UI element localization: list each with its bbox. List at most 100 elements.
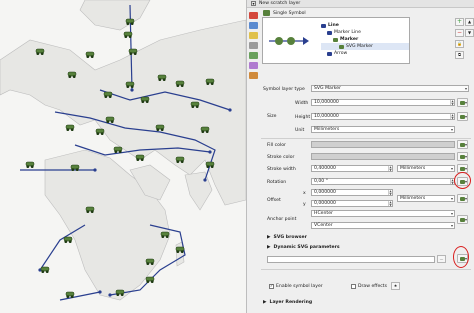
tab-labels-icon[interactable]: [249, 32, 258, 39]
offset-x-spinner[interactable]: ▲ ▼: [388, 190, 392, 195]
height-input[interactable]: 10,000000 ▲ ▼: [311, 113, 455, 120]
stroke-width-unit-combo[interactable]: Millimeters ▾: [397, 165, 455, 172]
tree-item[interactable]: Marker Line: [321, 29, 409, 36]
tree-item-label: Marker: [340, 37, 359, 42]
rotation-input[interactable]: 0,00 ° ▲ ▼: [311, 178, 455, 185]
tree-item[interactable]: SVG Marker: [321, 43, 409, 50]
anchor-h-value: HCenter: [314, 211, 333, 216]
offset-y-input[interactable]: 0,000000 ▲ ▼: [311, 200, 393, 207]
anchor-h-combo[interactable]: HCenter ▾: [311, 210, 455, 217]
divider: [261, 269, 471, 270]
unit-value: Millimeters: [314, 127, 340, 132]
dropdown-indicator-icon[interactable]: ▾: [251, 1, 256, 6]
height-spinner[interactable]: ▲ ▼: [450, 114, 454, 119]
lock-layer-button[interactable]: 🔒: [455, 40, 464, 48]
greenland: [79, 0, 151, 31]
effects-settings-button[interactable]: ★: [391, 282, 400, 290]
tree-item-label: Marker Line: [334, 30, 361, 35]
enable-symbol-layer-checkbox[interactable]: Enable symbol layer: [269, 283, 323, 289]
fill-color-data-defined-button[interactable]: ▾: [457, 140, 468, 149]
stroke-color-button[interactable]: [311, 153, 455, 160]
draw-effects-checkbox[interactable]: Draw effects: [351, 284, 387, 289]
rotation-label: Rotation: [267, 180, 287, 185]
tree-item[interactable]: Arrow: [321, 50, 409, 57]
draw-effects-label: Draw effects: [358, 284, 387, 289]
side-tabs: [248, 10, 259, 82]
rotation-value: 0,00 °: [314, 179, 328, 184]
route-endpoint: [208, 150, 212, 154]
offset-unit-combo[interactable]: Millimeters ▾: [397, 195, 455, 202]
stroke-width-spinner[interactable]: ▲ ▼: [388, 166, 392, 171]
renderer-row[interactable]: Single Symbol: [263, 10, 306, 16]
symbol-layer-icon: [333, 37, 338, 42]
offset-x-input[interactable]: 0,000000 ▲ ▼: [311, 189, 393, 196]
svg-browser-section[interactable]: ▶ SVG browser: [267, 235, 307, 240]
vehicle-marker-icon[interactable]: [63, 236, 73, 243]
offset-y-spinner[interactable]: ▲ ▼: [388, 201, 392, 206]
rotation-highlight-circle: [454, 172, 471, 189]
map-canvas[interactable]: [0, 0, 246, 313]
browse-button[interactable]: …: [437, 255, 446, 263]
anchor-v-combo[interactable]: VCenter ▾: [311, 222, 455, 229]
remove-symbol-layer-button[interactable]: −: [455, 29, 464, 37]
layer-type-combo[interactable]: SVG Marker ▾: [311, 85, 469, 92]
vehicle-marker-icon[interactable]: [65, 291, 75, 298]
anchor-data-defined-button[interactable]: ▾: [457, 215, 468, 224]
route-endpoint: [108, 293, 112, 297]
offset-x-label: x: [303, 191, 306, 196]
vehicle-marker-icon[interactable]: [40, 266, 50, 273]
fill-color-button[interactable]: [311, 141, 455, 148]
tree-item[interactable]: Marker: [321, 36, 409, 43]
stroke-color-label: Stroke color: [267, 155, 295, 160]
symbol-layer-icon: [327, 51, 332, 56]
width-input[interactable]: 10,000000 ▲ ▼: [311, 99, 455, 106]
move-up-button[interactable]: ▲: [465, 18, 474, 26]
height-value: 10,000000: [314, 114, 339, 119]
layer-type-value: SVG Marker: [314, 86, 341, 91]
checkbox-checked-icon: [269, 283, 274, 289]
duplicate-layer-button[interactable]: ⧉: [455, 51, 464, 59]
vehicle-marker-icon[interactable]: [113, 146, 123, 153]
enable-symbol-layer-label: Enable symbol layer: [276, 284, 323, 289]
move-down-button[interactable]: ▼: [465, 29, 474, 37]
stroke-color-data-defined-button[interactable]: ▾: [457, 152, 468, 161]
landmass-layer: [0, 0, 246, 301]
width-value: 10,000000: [314, 100, 339, 105]
tree-item[interactable]: Line: [321, 22, 409, 29]
route-endpoint: [93, 168, 97, 172]
route-endpoint: [98, 290, 102, 294]
size-group-label: Size: [267, 114, 277, 119]
symbol-properties-panel: ▾ New scratch layer Single Symbol Line Ma…: [246, 0, 474, 313]
tab-diagrams-icon[interactable]: [249, 42, 258, 49]
tab-symbology-icon[interactable]: [249, 22, 258, 29]
tree-item-label: SVG Marker: [346, 44, 373, 49]
map-svg: [0, 0, 246, 301]
tab-display-icon[interactable]: [249, 72, 258, 79]
symbol-layer-tree: Line Marker Line Marker SVG Marker Arrow: [321, 22, 409, 57]
dynamic-svg-section[interactable]: ▶ Dynamic SVG parameters: [267, 245, 340, 250]
width-data-defined-button[interactable]: ▾: [457, 98, 468, 107]
dynamic-svg-title: Dynamic SVG parameters: [273, 245, 340, 250]
tab-fields-icon[interactable]: [249, 52, 258, 59]
layer-type-label: Symbol layer type: [263, 87, 305, 92]
vehicle-marker-icon[interactable]: [65, 124, 75, 131]
stroke-width-input[interactable]: 0,400000 ▲ ▼: [311, 165, 393, 172]
height-data-defined-button[interactable]: ▾: [457, 112, 468, 121]
svg-browser-title: SVG browser: [273, 235, 307, 240]
vehicle-marker-icon[interactable]: [25, 161, 35, 168]
svg-path-input[interactable]: [267, 256, 435, 263]
add-symbol-layer-button[interactable]: +: [455, 18, 464, 26]
vehicle-marker-icon[interactable]: [145, 276, 155, 283]
tab-rendering-icon[interactable]: [249, 62, 258, 69]
width-spinner[interactable]: ▲ ▼: [450, 100, 454, 105]
symbol-layer-icon: [321, 23, 326, 28]
offset-data-defined-button[interactable]: ▾: [457, 194, 468, 203]
single-symbol-icon: [263, 10, 270, 16]
unit-combo[interactable]: Millimeters ▾: [311, 126, 455, 133]
vehicle-marker-icon[interactable]: [95, 128, 105, 135]
tab-source-icon[interactable]: [249, 12, 258, 19]
vehicle-marker-icon[interactable]: [123, 31, 133, 38]
stroke-width-unit: Millimeters: [400, 166, 426, 171]
vehicle-marker-icon[interactable]: [85, 51, 95, 58]
layer-rendering-section[interactable]: ▶ Layer Rendering: [263, 300, 312, 305]
